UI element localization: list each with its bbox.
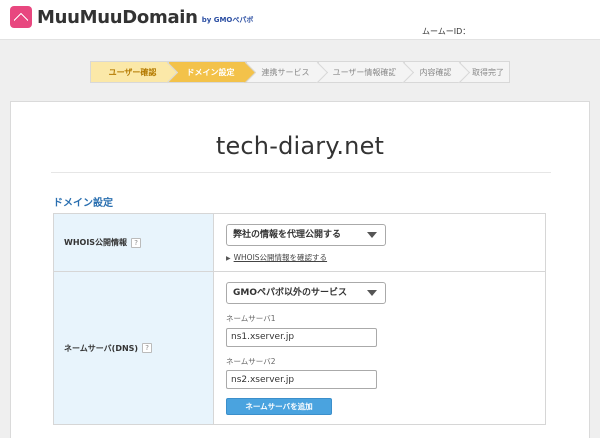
whois-check-link-text[interactable]: WHOIS公開情報を確認する bbox=[234, 253, 327, 262]
muumuu-logo[interactable]: MuuMuuDomain by GMOペパボ bbox=[10, 6, 253, 28]
section-title: ドメイン設定 bbox=[53, 198, 113, 209]
step-domain-settings: ドメイン設定 bbox=[168, 61, 246, 83]
whois-label-cell: WHOIS公開情報 ? bbox=[54, 214, 214, 271]
site-header: MuuMuuDomain by GMOペパボ ムームーID： bbox=[0, 0, 600, 40]
dns-label-cell: ネームサーバ(DNS) ? bbox=[54, 272, 214, 424]
muumuu-logo-icon bbox=[10, 6, 32, 28]
ns2-label: ネームサーバ2 bbox=[226, 356, 276, 366]
member-id-label: ムームーID： bbox=[422, 27, 471, 36]
whois-check-link[interactable]: ▶ WHOIS公開情報を確認する bbox=[226, 252, 533, 263]
logo-subtext: by GMOペパボ bbox=[201, 16, 254, 24]
ns1-label: ネームサーバ1 bbox=[226, 314, 276, 323]
domain-name-title: tech-diary.net bbox=[215, 132, 385, 160]
whois-row: WHOIS公開情報 ? 弊社の情報を代理公開する ▶ WHOIS公開情報を確認する bbox=[54, 214, 545, 272]
progress-steps: ユーザー確認 ドメイン設定 連携サービス ユーザー情報確認 内容確認 取得完了 bbox=[90, 61, 510, 83]
title-divider bbox=[51, 172, 551, 173]
settings-table: WHOIS公開情報 ? 弊社の情報を代理公開する ▶ WHOIS公開情報を確認する… bbox=[53, 213, 546, 425]
ns2-input[interactable] bbox=[226, 370, 377, 389]
add-nameserver-button[interactable]: ネームサーバを追加 bbox=[226, 398, 332, 415]
step-user-info-confirm: ユーザー情報確認 bbox=[318, 61, 404, 83]
ns1-input[interactable] bbox=[226, 327, 377, 347]
logo-text: MuuMuuDomain bbox=[37, 6, 198, 28]
domain-settings-panel: tech-diary.net ドメイン設定 WHOIS公開情報 ? 弊社の情報を… bbox=[10, 101, 590, 438]
dns-help-icon[interactable]: ? bbox=[142, 343, 153, 353]
step-linked-services: 連携サービス bbox=[246, 61, 318, 83]
dns-row: ネームサーバ(DNS) ? GMOペパボ以外のサービス ネームサーバ1 ネームサ… bbox=[54, 272, 545, 424]
dns-select[interactable]: GMOペパボ以外のサービス bbox=[226, 282, 386, 304]
dns-label: ネームサーバ(DNS) bbox=[64, 343, 139, 353]
step-user-confirm: ユーザー確認 bbox=[90, 61, 168, 83]
whois-help-icon[interactable]: ? bbox=[131, 237, 142, 248]
triangle-right-icon: ▶ bbox=[226, 255, 231, 262]
whois-body: 弊社の情報を代理公開する ▶ WHOIS公開情報を確認する bbox=[214, 214, 545, 271]
whois-label: WHOIS公開情報 bbox=[64, 238, 128, 247]
dns-body: GMOペパボ以外のサービス ネームサーバ1 ネームサーバ2 ネームサーバを追加 bbox=[214, 272, 545, 424]
whois-select[interactable]: 弊社の情報を代理公開する bbox=[226, 224, 386, 246]
